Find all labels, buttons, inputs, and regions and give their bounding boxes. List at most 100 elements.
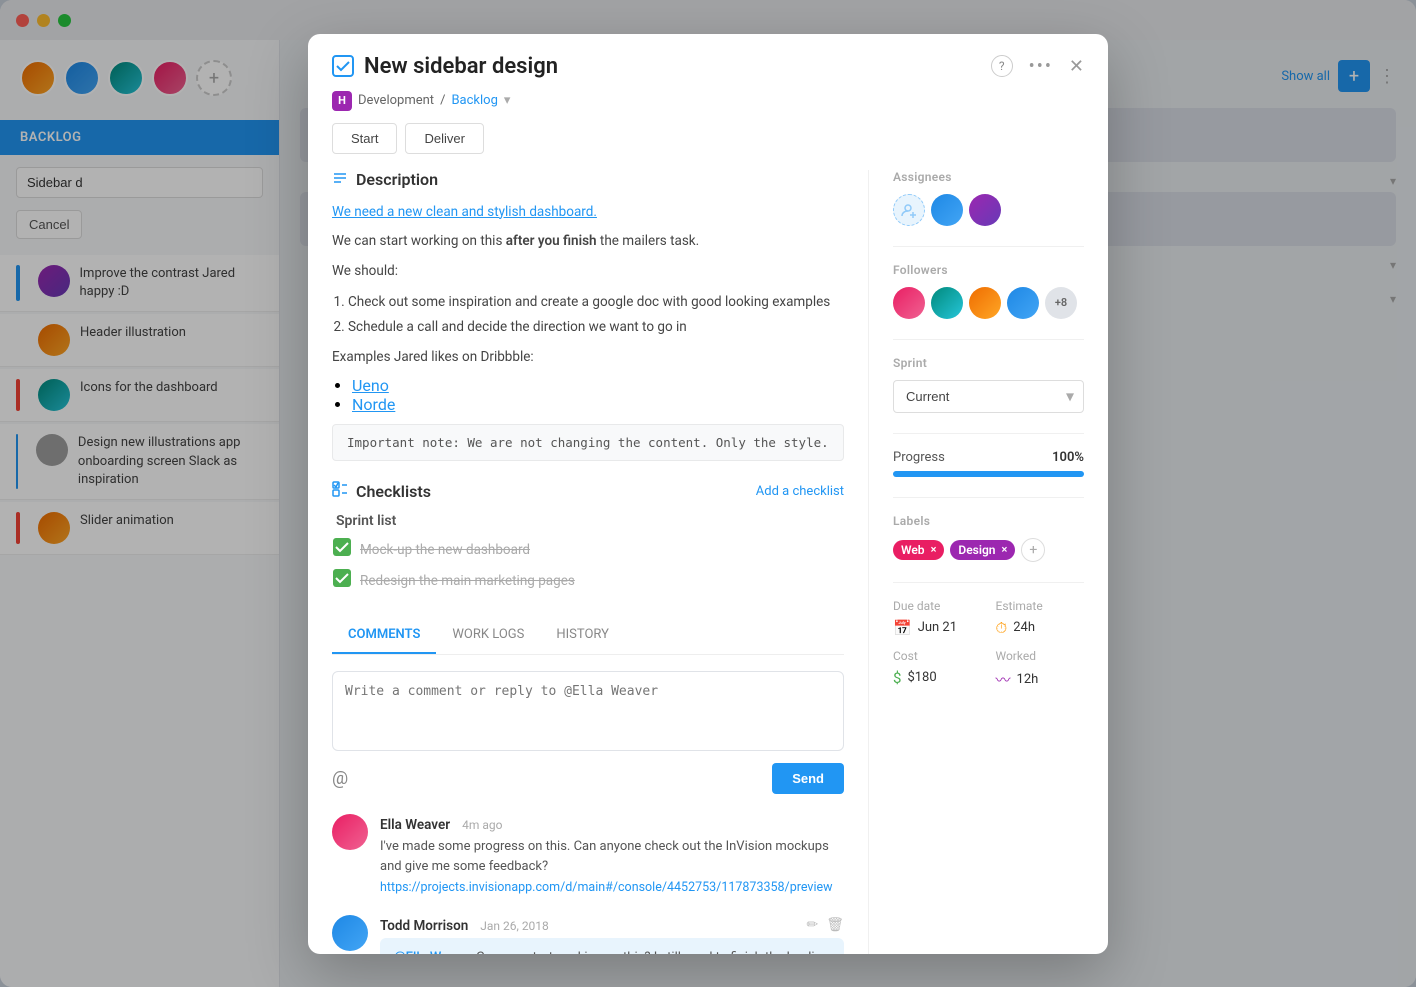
task-check-icon <box>332 55 354 77</box>
desc-line1: We need a new clean and stylish dashboar… <box>332 202 844 224</box>
remove-label-icon[interactable]: × <box>1002 543 1008 556</box>
desc-link1[interactable]: We need a new clean and stylish dashboar… <box>332 204 597 220</box>
description-title: Description <box>356 170 438 189</box>
comment-text: I've made some progress on this. Can any… <box>380 837 844 876</box>
add-label-button[interactable]: + <box>1021 538 1045 562</box>
sprint-select[interactable]: Current <box>893 380 1084 413</box>
label-design[interactable]: Design × <box>950 540 1015 560</box>
deliver-button[interactable]: Deliver <box>405 123 483 154</box>
sprint-section: Sprint Current <box>893 356 1084 413</box>
clock-icon: ⏱ <box>996 619 1008 637</box>
breadcrumb-board[interactable]: Backlog <box>451 93 497 108</box>
task-modal: New sidebar design ? ••• ✕ H Development… <box>308 34 1108 954</box>
desc-line3: We should: <box>332 261 844 283</box>
modal-actions: Start Deliver <box>308 123 1108 170</box>
progress-bar-bg <box>893 471 1084 477</box>
tab-comments[interactable]: COMMENTS <box>332 617 436 654</box>
comment-time: Jan 26, 2018 <box>480 919 549 933</box>
modal-body: Description We need a new clean and styl… <box>308 170 1108 954</box>
sprint-list-name: Sprint list <box>336 513 844 529</box>
progress-label: Progress <box>893 450 945 465</box>
at-icon[interactable]: @ <box>332 768 348 789</box>
divider <box>893 246 1084 247</box>
send-button[interactable]: Send <box>772 763 844 794</box>
list-item: Check out some inspiration and create a … <box>348 290 844 314</box>
help-icon[interactable]: ? <box>991 55 1013 77</box>
check-done-icon <box>332 537 352 562</box>
start-button[interactable]: Start <box>332 123 397 154</box>
mention: @Ella Weaver <box>394 950 473 953</box>
comment-author: Ella Weaver <box>380 817 450 833</box>
meta-grid-2: Cost $ $180 Worked 〰 12h <box>893 649 1084 690</box>
more-options-icon[interactable]: ••• <box>1029 56 1053 77</box>
ueno-link[interactable]: Ueno <box>352 376 389 395</box>
breadcrumb: H Development / Backlog ▾ <box>308 91 1108 123</box>
tabs-section: COMMENTS WORK LOGS HISTORY <box>332 617 844 655</box>
due-date-section: Due date 📅 Jun 21 <box>893 599 982 637</box>
follower-avatar <box>969 287 1001 319</box>
tab-history[interactable]: HISTORY <box>540 617 625 654</box>
worked-label: Worked <box>996 649 1085 663</box>
followers-label: Followers <box>893 263 1084 277</box>
checklist-title-row: Checklists <box>332 481 431 501</box>
due-date-value: 📅 Jun 21 <box>893 619 982 637</box>
assignee-avatar <box>969 194 1001 226</box>
sprint-select-wrap: Current <box>893 380 1084 413</box>
label-web[interactable]: Web × <box>893 540 944 560</box>
modal-right-sidebar: Assignees <box>868 170 1108 954</box>
follower-avatar <box>1007 287 1039 319</box>
comment-input[interactable] <box>332 671 844 751</box>
assignee-avatar <box>931 194 963 226</box>
estimate-section: Estimate ⏱ 24h <box>996 599 1085 637</box>
comment-text: @Ella Weaver Can you start working on th… <box>394 948 830 953</box>
calendar-icon: 📅 <box>893 619 912 637</box>
comment-toolbar: @ Send <box>332 763 844 794</box>
cost-section: Cost $ $180 <box>893 649 982 690</box>
comment-actions: ✏ 🗑 <box>806 917 844 933</box>
comment-link[interactable]: https://projects.invisionapp.com/d/main#… <box>380 880 844 895</box>
divider <box>893 339 1084 340</box>
follower-avatar <box>893 287 925 319</box>
examples-header: Examples Jared likes on Dribbble: <box>332 347 844 369</box>
tab-worklogs[interactable]: WORK LOGS <box>436 617 540 654</box>
close-icon[interactable]: ✕ <box>1069 56 1084 77</box>
avatar <box>332 814 368 850</box>
delete-icon[interactable]: 🗑 <box>826 917 844 933</box>
add-checklist-button[interactable]: Add a checklist <box>756 484 844 499</box>
labels-row: Web × Design × + <box>893 538 1084 562</box>
comment-item: Ella Weaver 4m ago I've made some progre… <box>332 814 844 895</box>
desc-line2: We can start working on this after you f… <box>332 231 844 253</box>
comment-author: Todd Morrison <box>380 918 468 934</box>
more-followers[interactable]: +8 <box>1045 287 1077 319</box>
comment-header: Ella Weaver 4m ago <box>380 814 844 833</box>
worked-value: 〰 12h <box>996 669 1085 690</box>
divider <box>893 497 1084 498</box>
tabs-row: COMMENTS WORK LOGS HISTORY <box>332 617 844 654</box>
remove-label-icon[interactable]: × <box>931 543 937 556</box>
activity-icon: 〰 <box>996 669 1011 690</box>
add-assignee-button[interactable] <box>893 194 925 226</box>
progress-value: 100% <box>1052 450 1084 465</box>
description-section: Description We need a new clean and styl… <box>332 170 844 462</box>
desc-list: Check out some inspiration and create a … <box>348 290 844 339</box>
modal-main: Description We need a new clean and styl… <box>308 170 868 954</box>
comment-bubble: @Ella Weaver Can you start working on th… <box>380 938 844 953</box>
sprint-label: Sprint <box>893 356 1084 370</box>
comment-body: Todd Morrison Jan 26, 2018 ✏ 🗑 @Ella Wea… <box>380 915 844 953</box>
follower-avatar <box>931 287 963 319</box>
modal-header-actions: ? ••• ✕ <box>991 55 1084 77</box>
assignees-label: Assignees <box>893 170 1084 184</box>
list-item: Schedule a call and decide the direction… <box>348 315 844 339</box>
check-done-icon <box>332 568 352 593</box>
norde-link[interactable]: Norde <box>352 395 395 414</box>
meta-grid: Due date 📅 Jun 21 Estimate ⏱ 24h <box>893 599 1084 637</box>
cost-value: $ $180 <box>893 669 982 687</box>
modal-title-row: New sidebar design <box>332 54 558 79</box>
progress-bar-fill <box>893 471 1084 477</box>
checklist-item: Redesign the main marketing pages <box>332 568 844 593</box>
checklist-item: Mock-up the new dashboard <box>332 537 844 562</box>
checklist-text: Redesign the main marketing pages <box>360 573 575 589</box>
checklist-header: Checklists Add a checklist <box>332 481 844 501</box>
edit-icon[interactable]: ✏ <box>806 917 818 933</box>
cost-label: Cost <box>893 649 982 663</box>
